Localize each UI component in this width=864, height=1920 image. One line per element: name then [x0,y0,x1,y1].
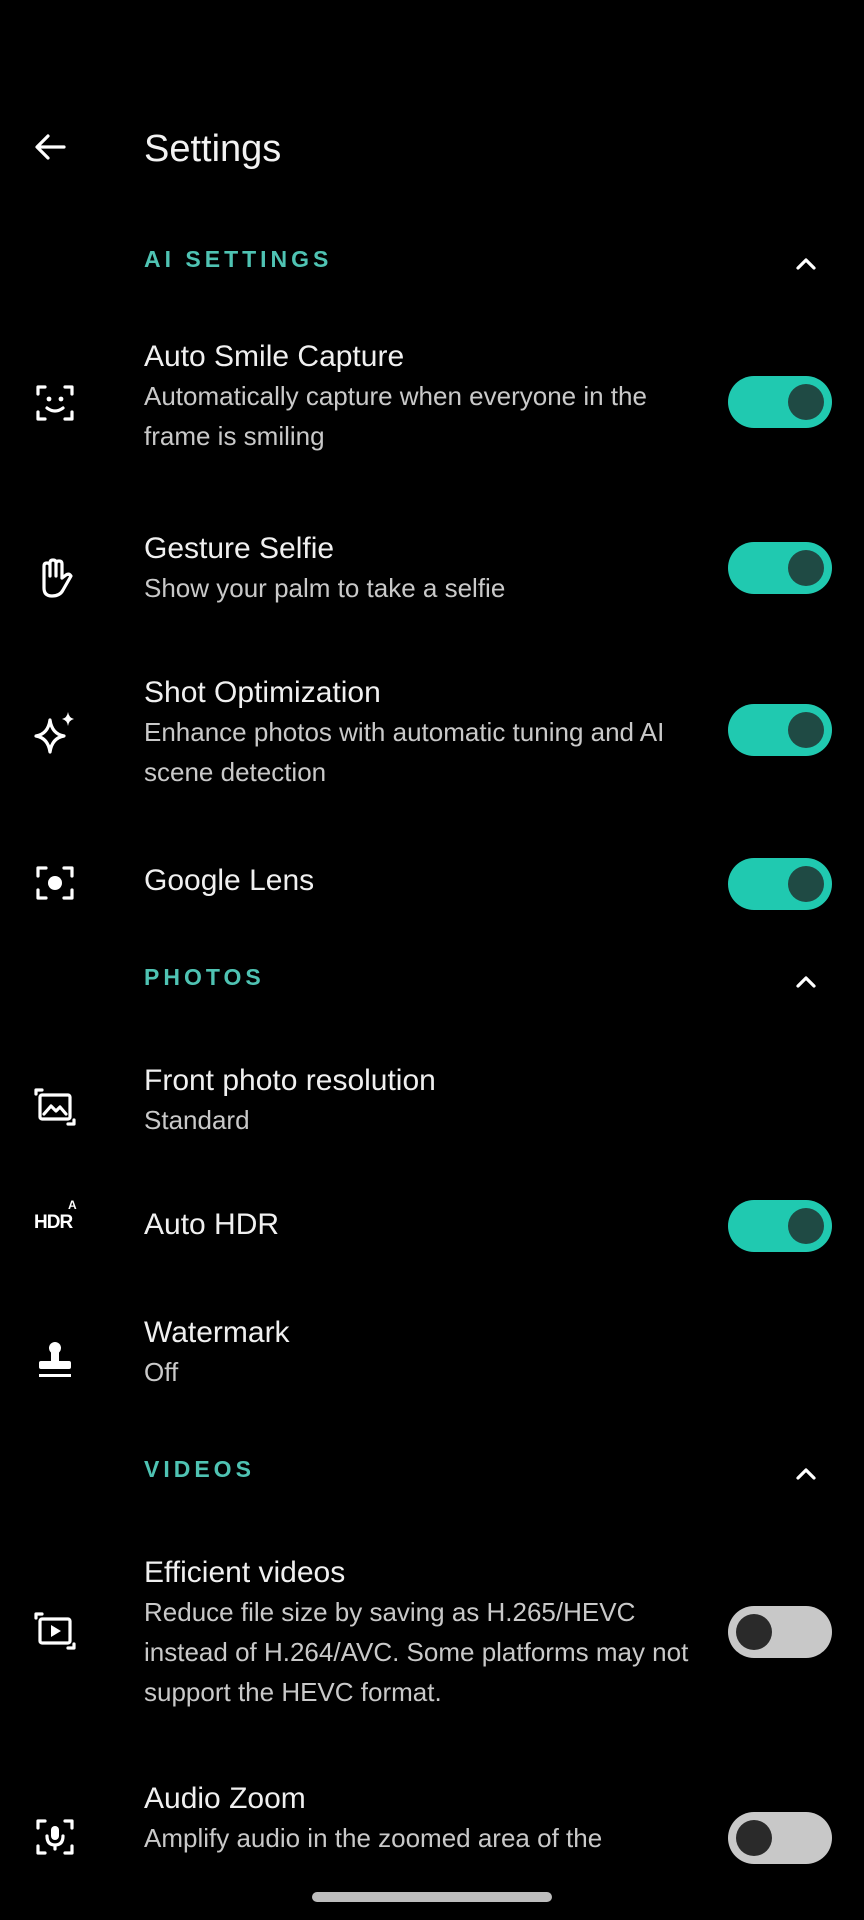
audio-zoom-toggle[interactable] [728,1812,832,1864]
lens-icon [36,866,74,900]
sparkle-icon [34,712,74,754]
setting-title: Shot Optimization [144,676,381,709]
auto-smile-capture-toggle[interactable] [728,376,832,428]
section-header-ai-settings[interactable]: AI SETTINGS [0,232,864,292]
setting-gesture-selfie[interactable]: Gesture Selfie Show your palm to take a … [0,530,864,620]
toggle-knob [788,866,824,902]
setting-title: Audio Zoom [144,1782,306,1815]
setting-description: Amplify audio in the zoomed area of the [144,1823,603,1853]
setting-google-lens[interactable]: Google Lens [0,858,864,918]
chevron-up-icon[interactable] [788,964,824,1000]
setting-shot-optimization[interactable]: Shot Optimization Enhance photos with au… [0,674,864,794]
setting-description: Reduce file size by saving as H.265/HEVC… [144,1597,689,1707]
mic-frame-icon [36,1819,74,1855]
setting-title: Watermark [144,1316,290,1349]
toggle-knob [788,1208,824,1244]
toggle-knob [788,550,824,586]
home-indicator[interactable] [312,1892,552,1902]
section-label: PHOTOS [144,964,265,990]
setting-watermark[interactable]: Watermark Off [0,1314,864,1404]
shot-optimization-toggle[interactable] [728,704,832,756]
setting-auto-smile-capture[interactable]: Auto Smile Capture Automatically capture… [0,338,864,478]
stamp-icon [39,1342,71,1377]
setting-title: Google Lens [144,864,315,897]
chevron-up-icon[interactable] [788,246,824,282]
setting-title: Auto Smile Capture [144,340,405,373]
section-label: AI SETTINGS [144,246,333,272]
section-header-photos[interactable]: PHOTOS [0,950,864,1010]
hdr-icon: A HDR [30,1198,90,1248]
setting-auto-hdr[interactable]: A HDR Auto HDR [0,1198,864,1258]
photo-frame-icon [34,1088,76,1126]
section-header-videos[interactable]: VIDEOS [0,1442,864,1502]
gesture-selfie-toggle[interactable] [728,542,832,594]
back-arrow-icon[interactable] [28,124,74,170]
toggle-knob [736,1614,772,1650]
setting-title: Efficient videos [144,1556,346,1589]
efficient-videos-toggle[interactable] [728,1606,832,1658]
setting-efficient-videos[interactable]: Efficient videos Reduce file size by sav… [0,1554,864,1714]
setting-value: Off [144,1357,179,1387]
setting-front-photo-resolution[interactable]: Front photo resolution Standard [0,1062,864,1152]
setting-title: Auto HDR [144,1208,280,1241]
toggle-knob [788,384,824,420]
auto-hdr-toggle[interactable] [728,1200,832,1252]
video-frame-icon [34,1612,76,1650]
palm-icon [42,558,73,598]
setting-audio-zoom[interactable]: Audio Zoom Amplify audio in the zoomed a… [0,1780,864,1864]
setting-title: Gesture Selfie [144,532,335,565]
hdr-icon-superscript: A [68,1198,77,1212]
google-lens-toggle[interactable] [728,858,832,910]
face-frame-icon [36,385,74,421]
setting-description: Show your palm to take a selfie [144,573,506,603]
hdr-icon-text: HDR [34,1212,73,1233]
setting-description: Automatically capture when everyone in t… [144,381,647,451]
toggle-knob [736,1820,772,1856]
setting-value: Standard [144,1105,250,1135]
chevron-up-icon[interactable] [788,1456,824,1492]
setting-description: Enhance photos with automatic tuning and… [144,717,665,787]
toggle-knob [788,712,824,748]
section-label: VIDEOS [144,1456,255,1482]
setting-title: Front photo resolution [144,1064,436,1097]
page-title: Settings [144,128,282,170]
